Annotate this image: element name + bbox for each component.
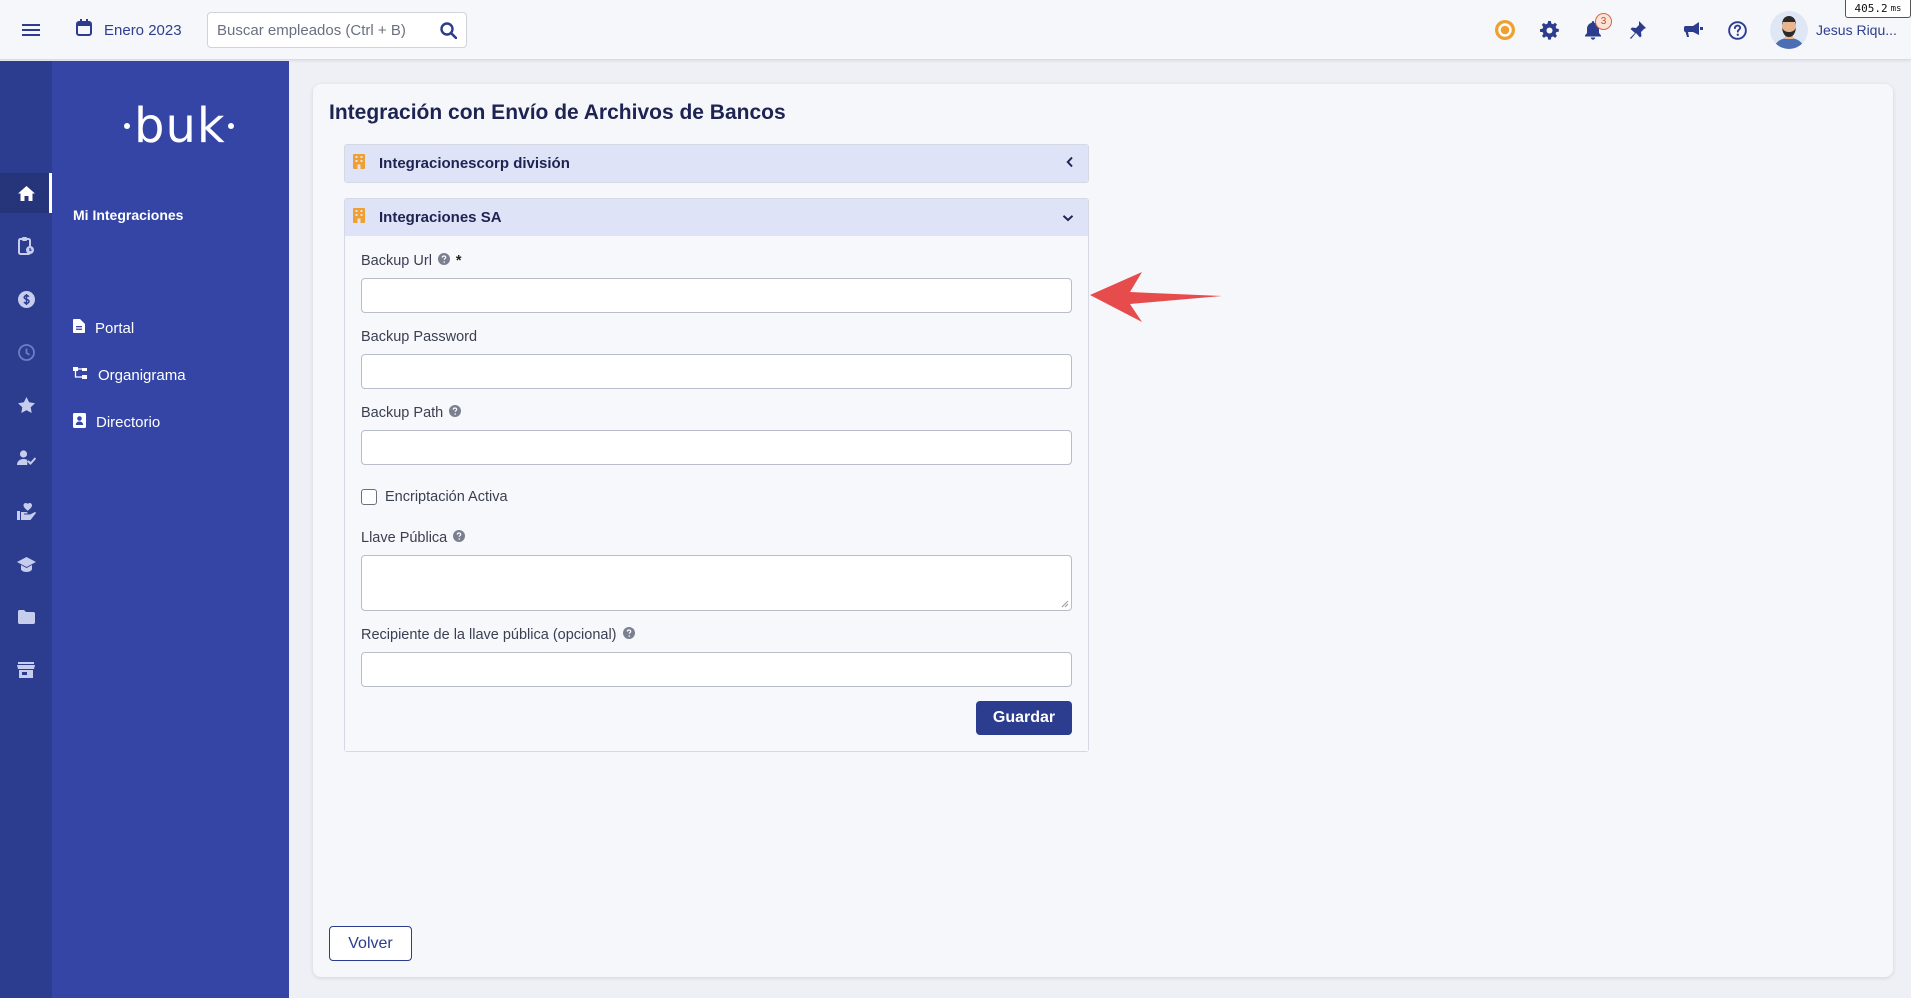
- period-label: Enero 2023: [104, 21, 182, 39]
- home-icon[interactable]: [0, 173, 52, 213]
- annotation-arrow-icon: [1090, 272, 1222, 322]
- encryption-checkbox[interactable]: [361, 489, 377, 505]
- accordion-title: Integracionescorp división: [379, 155, 570, 172]
- page-title: Integración con Envío de Archivos de Ban…: [329, 101, 786, 124]
- backup-url-label-text: Backup Url: [361, 253, 432, 269]
- sidebar-item-portal[interactable]: Portal: [73, 313, 134, 343]
- integration-form: Backup Url * Backup Password Backup Path…: [345, 236, 1088, 751]
- period-selector[interactable]: Enero 2023: [76, 17, 182, 43]
- backup-url-label: Backup Url *: [361, 253, 462, 269]
- accordion-header[interactable]: Integracionescorp división: [345, 145, 1088, 182]
- user-name: Jesus Riqu...: [1816, 22, 1897, 38]
- accordion-integracionescorp: Integracionescorp división: [344, 144, 1089, 183]
- user-check-icon[interactable]: [0, 438, 52, 478]
- required-mark: *: [455, 253, 462, 269]
- back-button[interactable]: Volver: [329, 926, 412, 961]
- calendar-icon: [76, 19, 92, 41]
- logo-text: buk: [134, 98, 226, 154]
- perf-value: 405.2: [1854, 2, 1888, 15]
- sidebar-item-label: Portal: [95, 319, 135, 337]
- sidebar-item-label: Directorio: [96, 413, 161, 431]
- document-icon: [73, 319, 85, 337]
- support-lifebuoy-icon[interactable]: [1491, 16, 1519, 44]
- save-button[interactable]: Guardar: [976, 701, 1072, 735]
- public-key-label-text: Llave Pública: [361, 530, 448, 546]
- module-rail: [0, 61, 52, 998]
- sidebar: buk Mi Integraciones Portal Organigrama …: [52, 61, 289, 998]
- sidebar-item-label: Organigrama: [98, 366, 186, 384]
- backup-path-input[interactable]: [361, 430, 1072, 465]
- encryption-row: Encriptación Activa: [361, 489, 508, 505]
- help-circle-icon[interactable]: [453, 530, 466, 546]
- store-icon[interactable]: [0, 650, 52, 690]
- sidebar-item-organigrama[interactable]: Organigrama: [73, 360, 186, 390]
- star-icon[interactable]: [0, 385, 52, 425]
- help-question-icon[interactable]: [1723, 16, 1751, 44]
- search-input[interactable]: Buscar empleados (Ctrl + B): [208, 22, 430, 39]
- public-key-textarea[interactable]: [361, 555, 1072, 611]
- help-circle-icon[interactable]: [437, 253, 450, 269]
- chevron-left-icon[interactable]: [1066, 155, 1074, 173]
- encryption-label: Encriptación Activa: [385, 489, 508, 505]
- backup-password-label-text: Backup Password: [361, 329, 478, 345]
- settings-gear-icon[interactable]: [1535, 16, 1563, 44]
- hamburger-menu-icon[interactable]: [16, 15, 46, 45]
- clipboard-clock-icon[interactable]: [0, 226, 52, 266]
- clock-icon[interactable]: [0, 332, 52, 372]
- notifications-badge: 3: [1595, 13, 1612, 30]
- employee-search[interactable]: Buscar empleados (Ctrl + B): [207, 12, 467, 48]
- accordion-integraciones-sa: Integraciones SA Backup Url * Backup Pas…: [344, 198, 1089, 752]
- chevron-down-icon[interactable]: [1062, 209, 1074, 227]
- recipient-label-text: Recipiente de la llave pública (opcional…: [361, 627, 617, 643]
- folder-icon[interactable]: [0, 597, 52, 637]
- recipient-input[interactable]: [361, 652, 1072, 687]
- avatar: [1770, 11, 1808, 49]
- graduation-cap-icon[interactable]: [0, 544, 52, 584]
- search-icon[interactable]: [430, 13, 466, 47]
- perf-unit: ms: [1890, 3, 1902, 14]
- hand-heart-icon[interactable]: [0, 491, 52, 531]
- backup-path-label: Backup Path: [361, 405, 462, 421]
- help-circle-icon[interactable]: [449, 405, 462, 421]
- help-circle-icon[interactable]: [622, 627, 635, 643]
- notifications-bell-icon[interactable]: 3: [1579, 13, 1612, 44]
- accordion-title: Integraciones SA: [379, 209, 502, 226]
- perf-timer: 405.2 ms: [1845, 0, 1911, 18]
- main-card: Integración con Envío de Archivos de Ban…: [313, 84, 1893, 977]
- backup-password-input[interactable]: [361, 354, 1072, 389]
- pin-icon[interactable]: [1623, 16, 1651, 44]
- backup-url-input[interactable]: [361, 278, 1072, 313]
- building-icon: [353, 207, 365, 228]
- recipient-label: Recipiente de la llave pública (opcional…: [361, 627, 635, 643]
- backup-password-label: Backup Password: [361, 329, 477, 345]
- buk-logo[interactable]: buk: [120, 98, 238, 154]
- resize-grip-icon[interactable]: [1061, 600, 1069, 608]
- sidebar-section-title: Mi Integraciones: [73, 207, 184, 223]
- public-key-label: Llave Pública: [361, 530, 466, 546]
- org-chart-icon: [73, 366, 88, 384]
- contact-book-icon: [73, 412, 86, 432]
- dollar-icon[interactable]: [0, 279, 52, 319]
- building-icon: [353, 153, 365, 174]
- backup-path-label-text: Backup Path: [361, 405, 444, 421]
- megaphone-icon[interactable]: [1679, 16, 1707, 44]
- accordion-header[interactable]: Integraciones SA: [345, 199, 1088, 236]
- sidebar-item-directorio[interactable]: Directorio: [73, 407, 160, 437]
- top-bar: Enero 2023 Buscar empleados (Ctrl + B) 3…: [0, 0, 1911, 60]
